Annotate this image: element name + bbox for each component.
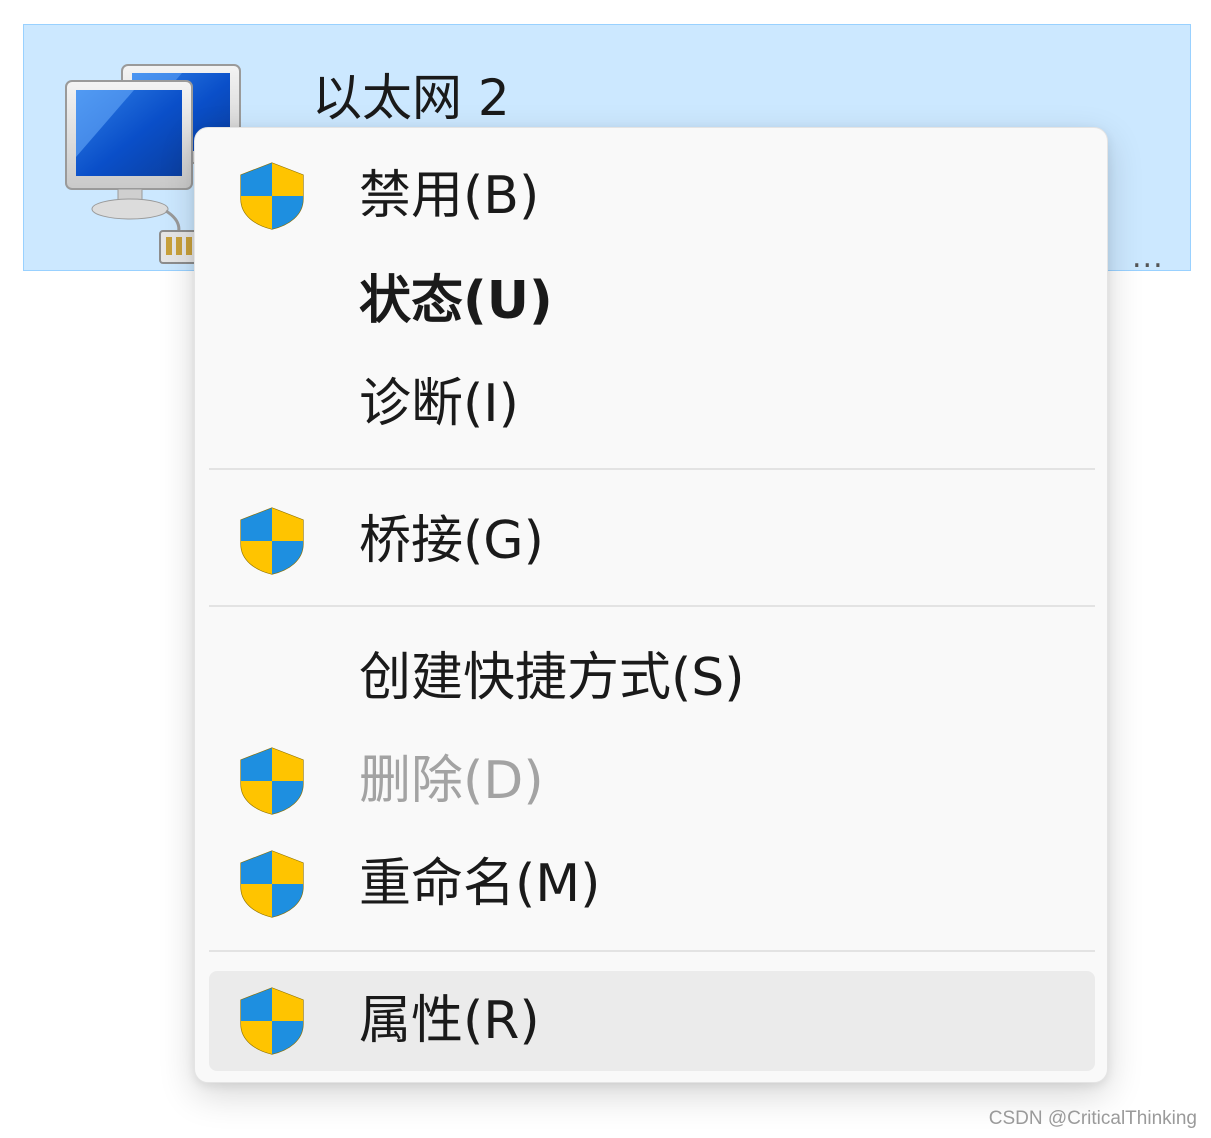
menu-separator — [209, 468, 1095, 470]
menu-item-delete: 删除(D) — [209, 731, 1095, 831]
menu-item-label: 重命名(M) — [359, 854, 601, 914]
uac-shield-icon — [240, 507, 304, 575]
menu-item-rename[interactable]: 重命名(M) — [209, 834, 1095, 934]
uac-shield-icon — [240, 162, 304, 230]
menu-separator — [209, 950, 1095, 952]
menu-item-label: 禁用(B) — [359, 166, 540, 226]
menu-item-create-shortcut[interactable]: 创建快捷方式(S) — [209, 628, 1095, 728]
context-menu: 禁用(B) 状态(U) 诊断(I) 桥接(G) 创建快捷方式(S) 删除(D) — [194, 127, 1108, 1083]
menu-item-label: 属性(R) — [359, 991, 540, 1051]
menu-item-properties[interactable]: 属性(R) — [209, 971, 1095, 1071]
menu-item-label: 诊断(I) — [359, 374, 519, 434]
watermark: CSDN @CriticalThinking — [988, 1108, 1197, 1129]
menu-separator — [209, 605, 1095, 607]
uac-shield-icon — [240, 987, 304, 1055]
menu-item-bridge[interactable]: 桥接(G) — [209, 491, 1095, 591]
menu-item-status[interactable]: 状态(U) — [209, 251, 1095, 351]
menu-item-disable[interactable]: 禁用(B) — [209, 146, 1095, 246]
adapter-name[interactable]: 以太网 2 — [312, 65, 510, 131]
menu-item-diagnose[interactable]: 诊断(I) — [209, 354, 1095, 454]
uac-shield-icon — [240, 747, 304, 815]
menu-item-label: 删除(D) — [359, 751, 544, 811]
menu-item-label: 状态(U) — [359, 271, 553, 331]
adapter-more-indicator: ... — [1132, 240, 1164, 275]
menu-item-label: 创建快捷方式(S) — [359, 648, 745, 708]
menu-item-label: 桥接(G) — [359, 511, 544, 571]
uac-shield-icon — [240, 850, 304, 918]
